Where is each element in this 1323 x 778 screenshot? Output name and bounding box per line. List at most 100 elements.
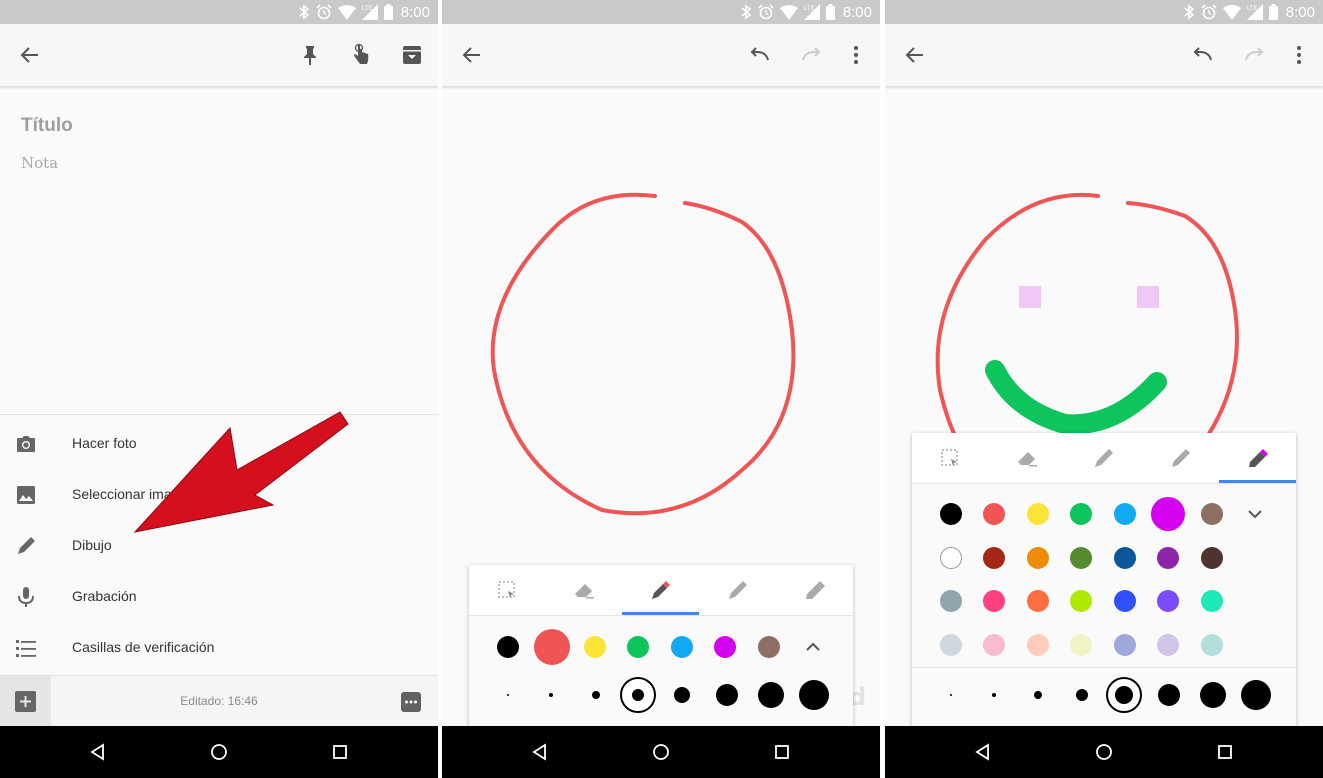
phone-screen-drawing-smiley: LTE 8:00 — [885, 0, 1323, 778]
size-option[interactable] — [1076, 689, 1088, 701]
color-swatch[interactable] — [1114, 503, 1136, 525]
color-swatch[interactable] — [1027, 634, 1049, 656]
menu-label-drawing: Dibujo — [72, 537, 112, 553]
tab-pen[interactable] — [1065, 433, 1142, 483]
color-swatch[interactable] — [671, 636, 693, 658]
color-swatch[interactable] — [983, 634, 1005, 656]
color-swatch[interactable] — [940, 590, 962, 612]
marker-icon — [1172, 449, 1190, 467]
color-swatch[interactable] — [1114, 547, 1136, 569]
drawn-eye-left — [1019, 286, 1041, 308]
arrow-left-icon[interactable] — [18, 43, 42, 67]
color-swatch[interactable] — [1157, 547, 1179, 569]
color-swatch[interactable] — [1157, 590, 1179, 612]
battery-icon — [383, 4, 393, 20]
back-triangle-icon[interactable] — [528, 740, 552, 764]
color-swatch[interactable] — [1027, 590, 1049, 612]
color-swatch[interactable] — [1070, 634, 1092, 656]
tab-select-tool[interactable] — [469, 565, 545, 615]
color-swatch[interactable] — [1070, 590, 1092, 612]
color-swatch[interactable] — [1114, 634, 1136, 656]
tab-select-tool[interactable] — [912, 433, 988, 483]
android-nav-bar — [442, 726, 880, 778]
size-option[interactable] — [950, 694, 952, 696]
color-swatch[interactable] — [714, 636, 736, 658]
size-option[interactable] — [549, 693, 553, 697]
size-option[interactable] — [758, 682, 784, 708]
color-swatch[interactable] — [1070, 547, 1092, 569]
tab-highlighter[interactable] — [1219, 433, 1296, 483]
color-swatch-selected[interactable] — [1151, 497, 1185, 531]
color-swatch[interactable] — [584, 636, 606, 658]
tab-eraser[interactable] — [545, 565, 622, 615]
size-option[interactable] — [799, 680, 829, 710]
wifi-icon — [337, 4, 356, 20]
phone-screen-drawing-circle: LTE 8:00 xataka android — [442, 0, 880, 778]
red-arrow-annotation — [133, 411, 349, 533]
size-option[interactable] — [716, 684, 738, 706]
title-placeholder[interactable]: Título — [21, 115, 73, 137]
color-swatch[interactable] — [627, 636, 649, 658]
pen-icon — [1095, 449, 1113, 467]
color-swatch-selected[interactable] — [534, 629, 570, 665]
tab-marker[interactable] — [1142, 433, 1219, 483]
size-option[interactable] — [1200, 682, 1226, 708]
size-option[interactable] — [592, 691, 600, 699]
size-option[interactable] — [674, 687, 690, 703]
chevron-up-icon[interactable] — [803, 637, 823, 657]
tab-marker[interactable] — [699, 565, 776, 615]
home-circle-icon[interactable] — [1092, 740, 1116, 764]
back-triangle-icon[interactable] — [86, 740, 110, 764]
note-toolbar — [0, 24, 438, 86]
tab-pen[interactable] — [622, 565, 699, 615]
tool-tabs — [469, 565, 853, 616]
color-swatch[interactable] — [1201, 547, 1223, 569]
color-swatch[interactable] — [983, 547, 1005, 569]
color-swatch[interactable] — [1201, 590, 1223, 612]
highlighter-icon — [806, 581, 825, 599]
color-swatch[interactable] — [1157, 634, 1179, 656]
size-option[interactable] — [507, 694, 509, 696]
tab-highlighter[interactable] — [776, 565, 853, 615]
size-option[interactable] — [1158, 684, 1180, 706]
size-option[interactable] — [1241, 680, 1271, 710]
color-swatch[interactable] — [1027, 547, 1049, 569]
color-swatch[interactable] — [940, 503, 962, 525]
size-option[interactable] — [1034, 691, 1042, 699]
highlighter-icon — [1249, 449, 1268, 467]
color-swatch[interactable] — [1070, 503, 1092, 525]
color-swatch[interactable] — [983, 590, 1005, 612]
color-swatch[interactable] — [1201, 634, 1223, 656]
note-placeholder[interactable]: Nota — [21, 154, 58, 172]
size-option-selected-fill — [1115, 686, 1133, 704]
color-swatch[interactable] — [497, 636, 519, 658]
recents-square-icon[interactable] — [1213, 740, 1237, 764]
back-triangle-icon[interactable] — [971, 740, 995, 764]
recents-square-icon[interactable] — [328, 740, 352, 764]
color-swatch[interactable] — [1114, 590, 1136, 612]
home-circle-icon[interactable] — [649, 740, 673, 764]
pen-icon — [652, 581, 670, 599]
menu-label-recording: Grabación — [72, 588, 137, 604]
color-swatch[interactable] — [940, 547, 962, 569]
size-option[interactable] — [992, 693, 996, 697]
reminder-hand-icon[interactable] — [349, 43, 373, 67]
recents-square-icon[interactable] — [770, 740, 794, 764]
color-swatch[interactable] — [1027, 503, 1049, 525]
tool-tabs — [912, 433, 1296, 484]
select-tool-icon — [941, 449, 958, 466]
more-options-button[interactable] — [401, 692, 421, 712]
home-circle-icon[interactable] — [207, 740, 231, 764]
menu-item-checkboxes[interactable]: Casillas de verificación — [0, 622, 438, 673]
color-swatch[interactable] — [983, 503, 1005, 525]
color-swatch[interactable] — [1201, 503, 1223, 525]
chevron-down-icon[interactable] — [1245, 504, 1265, 524]
pin-icon[interactable] — [298, 43, 322, 67]
color-swatch[interactable] — [940, 634, 962, 656]
archive-icon[interactable] — [400, 43, 424, 67]
tab-eraser[interactable] — [988, 433, 1065, 483]
drawing-canvas[interactable] — [442, 0, 880, 560]
color-swatch[interactable] — [758, 636, 780, 658]
menu-item-recording[interactable]: Grabación — [0, 571, 438, 622]
image-icon — [17, 486, 35, 504]
